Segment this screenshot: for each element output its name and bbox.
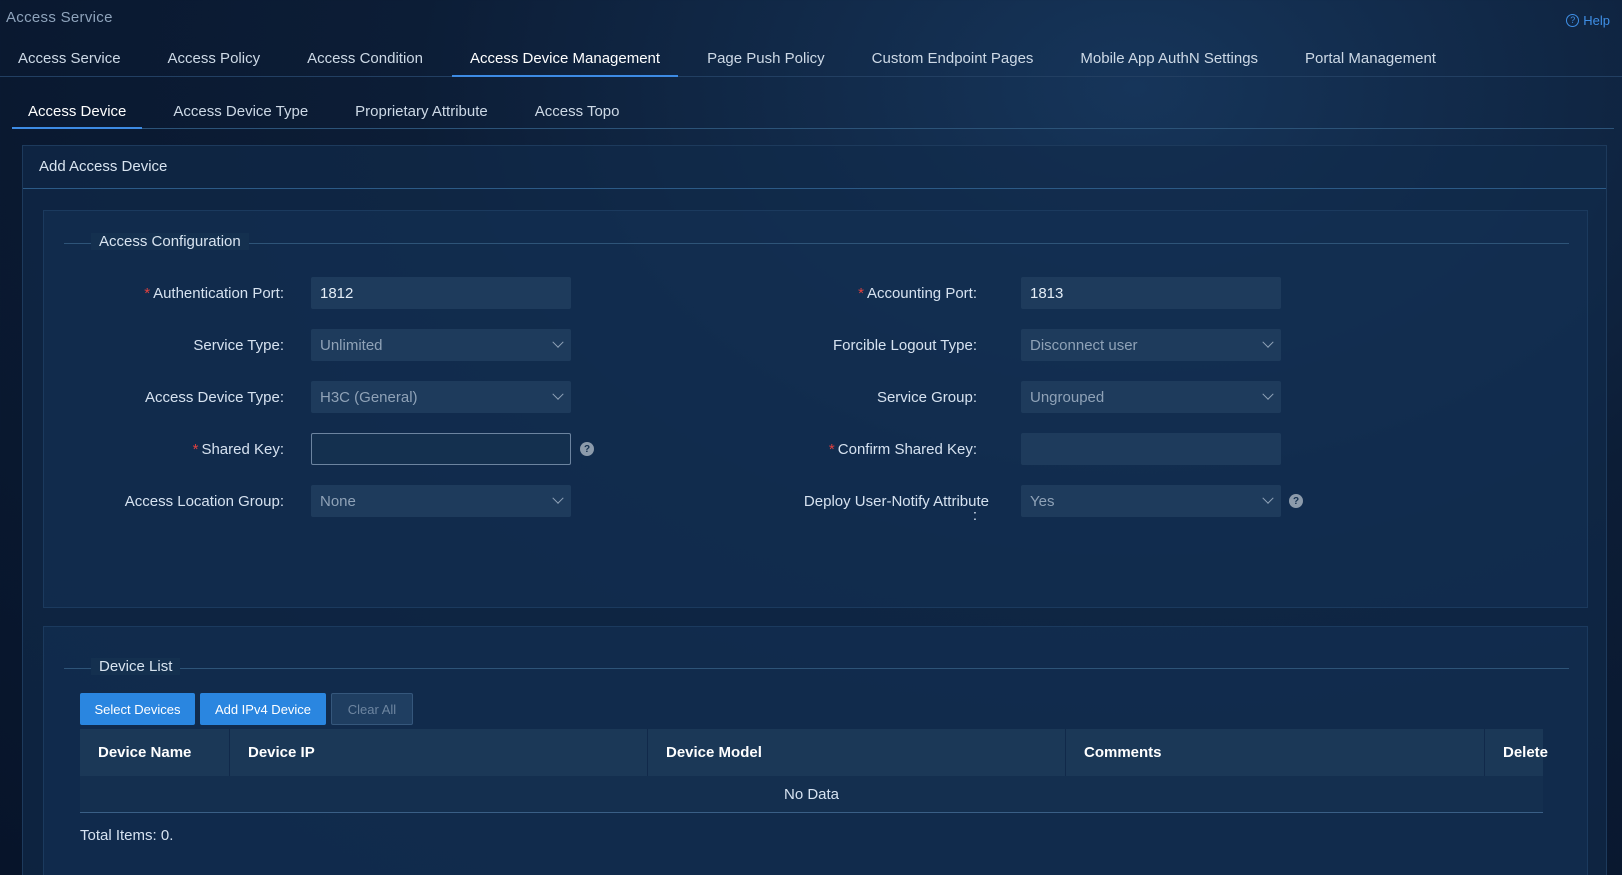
col-delete[interactable]: Delete <box>1485 729 1548 776</box>
chevron-down-icon <box>1262 336 1274 348</box>
device-list-section: Device List Select Devices Add IPv4 Devi… <box>43 626 1588 875</box>
col-comments[interactable]: Comments <box>1066 729 1485 776</box>
service-type-value: Unlimited <box>320 336 383 354</box>
app-title: Access Service <box>6 9 113 26</box>
location-group-value: None <box>320 492 356 510</box>
auth-port-label: * Authentication Port: <box>44 285 284 303</box>
confirm-key-label: * Confirm Shared Key: <box>737 441 977 459</box>
auth-port-label-text: Authentication Port: <box>153 285 284 302</box>
chevron-down-icon <box>552 492 564 504</box>
device-type-select[interactable]: H3C (General) <box>311 381 571 413</box>
confirm-key-label-text: Confirm Shared Key: <box>837 441 977 458</box>
user-notify-label-colon: : <box>972 507 977 524</box>
required-mark: * <box>144 285 151 302</box>
device-type-label: Access Device Type: <box>145 389 284 406</box>
access-configuration-legend: Access Configuration <box>64 233 1569 250</box>
shared-key-label-text: Shared Key: <box>201 441 284 458</box>
subtab-access-topo[interactable]: Access Topo <box>519 95 636 129</box>
access-configuration-section: Access Configuration * Authentication Por… <box>43 210 1588 608</box>
device-type-value: H3C (General) <box>320 388 418 406</box>
forcible-logout-select[interactable]: Disconnect user <box>1021 329 1281 361</box>
col-device-model[interactable]: Device Model <box>648 729 1066 776</box>
clear-all-button[interactable]: Clear All <box>331 693 413 725</box>
service-group-select[interactable]: Ungrouped <box>1021 381 1281 413</box>
chevron-down-icon <box>1262 388 1274 400</box>
table-empty-row: No Data <box>80 776 1543 813</box>
shared-key-input[interactable] <box>311 433 571 465</box>
user-notify-value: Yes <box>1030 492 1055 510</box>
required-mark: * <box>828 441 835 458</box>
table-header: Device Name Device IP Device Model Comme… <box>80 729 1548 776</box>
info-icon[interactable]: ? <box>580 442 594 456</box>
device-table: Device Name Device IP Device Model Comme… <box>80 729 1548 813</box>
col-device-name[interactable]: Device Name <box>80 729 230 776</box>
tab-access-condition[interactable]: Access Condition <box>289 44 441 77</box>
info-icon[interactable]: ? <box>1289 494 1303 508</box>
chevron-down-icon <box>552 336 564 348</box>
panel-title: Add Access Device <box>23 146 1606 189</box>
chevron-down-icon <box>1262 492 1274 504</box>
confirm-key-input[interactable] <box>1021 433 1281 465</box>
total-items: Total Items: 0. <box>80 827 174 844</box>
acct-port-input[interactable]: 1813 <box>1021 277 1281 309</box>
required-mark: * <box>192 441 199 458</box>
subtab-access-device-type[interactable]: Access Device Type <box>157 95 324 129</box>
service-group-label: Service Group: <box>876 389 977 406</box>
tab-mobile-app-authn-settings[interactable]: Mobile App AuthN Settings <box>1062 44 1276 77</box>
forcible-logout-label: Forcible Logout Type: <box>833 337 977 354</box>
help-label: Help <box>1583 13 1610 28</box>
tab-page-push-policy[interactable]: Page Push Policy <box>689 44 843 77</box>
main-tabs: Access Service Access Policy Access Cond… <box>0 44 1622 77</box>
user-notify-label-text: Deploy User-Notify Attribute <box>803 493 989 510</box>
help-icon: ? <box>1566 14 1580 27</box>
help-link[interactable]: ? Help <box>1566 13 1610 28</box>
tab-access-device-management[interactable]: Access Device Management <box>451 44 679 77</box>
tab-portal-management[interactable]: Portal Management <box>1287 44 1454 77</box>
access-configuration-title: Access Configuration <box>91 233 249 250</box>
subtab-proprietary-attribute[interactable]: Proprietary Attribute <box>339 95 504 129</box>
location-group-label: Access Location Group: <box>124 493 284 510</box>
chevron-down-icon <box>552 388 564 400</box>
acct-port-label-text: Accounting Port: <box>866 285 977 302</box>
service-group-value: Ungrouped <box>1030 388 1105 406</box>
acct-port-label: * Accounting Port: <box>737 285 977 303</box>
select-devices-button[interactable]: Select Devices <box>80 693 195 725</box>
sub-tabs: Access Device Access Device Type Proprie… <box>12 95 1614 129</box>
auth-port-input[interactable]: 1812 <box>311 277 571 309</box>
device-list-legend: Device List <box>64 658 1569 675</box>
tab-custom-endpoint-pages[interactable]: Custom Endpoint Pages <box>854 44 1052 77</box>
add-access-device-panel: Add Access Device Access Configuration *… <box>22 145 1607 875</box>
service-type-label: Service Type: <box>193 337 284 354</box>
forcible-logout-value: Disconnect user <box>1030 336 1138 354</box>
user-notify-label: Deploy User-Notify Attribute : <box>737 493 989 524</box>
required-mark: * <box>858 285 864 302</box>
service-type-select[interactable]: Unlimited <box>311 329 571 361</box>
tab-access-service[interactable]: Access Service <box>0 44 139 77</box>
tab-access-policy[interactable]: Access Policy <box>150 44 279 77</box>
user-notify-select[interactable]: Yes <box>1021 485 1281 517</box>
location-group-select[interactable]: None <box>311 485 571 517</box>
shared-key-label: * Shared Key: <box>44 441 284 459</box>
device-list-title: Device List <box>91 658 181 675</box>
col-device-ip[interactable]: Device IP <box>230 729 648 776</box>
subtab-access-device[interactable]: Access Device <box>12 95 143 129</box>
add-ipv4-device-button[interactable]: Add IPv4 Device <box>200 693 326 725</box>
